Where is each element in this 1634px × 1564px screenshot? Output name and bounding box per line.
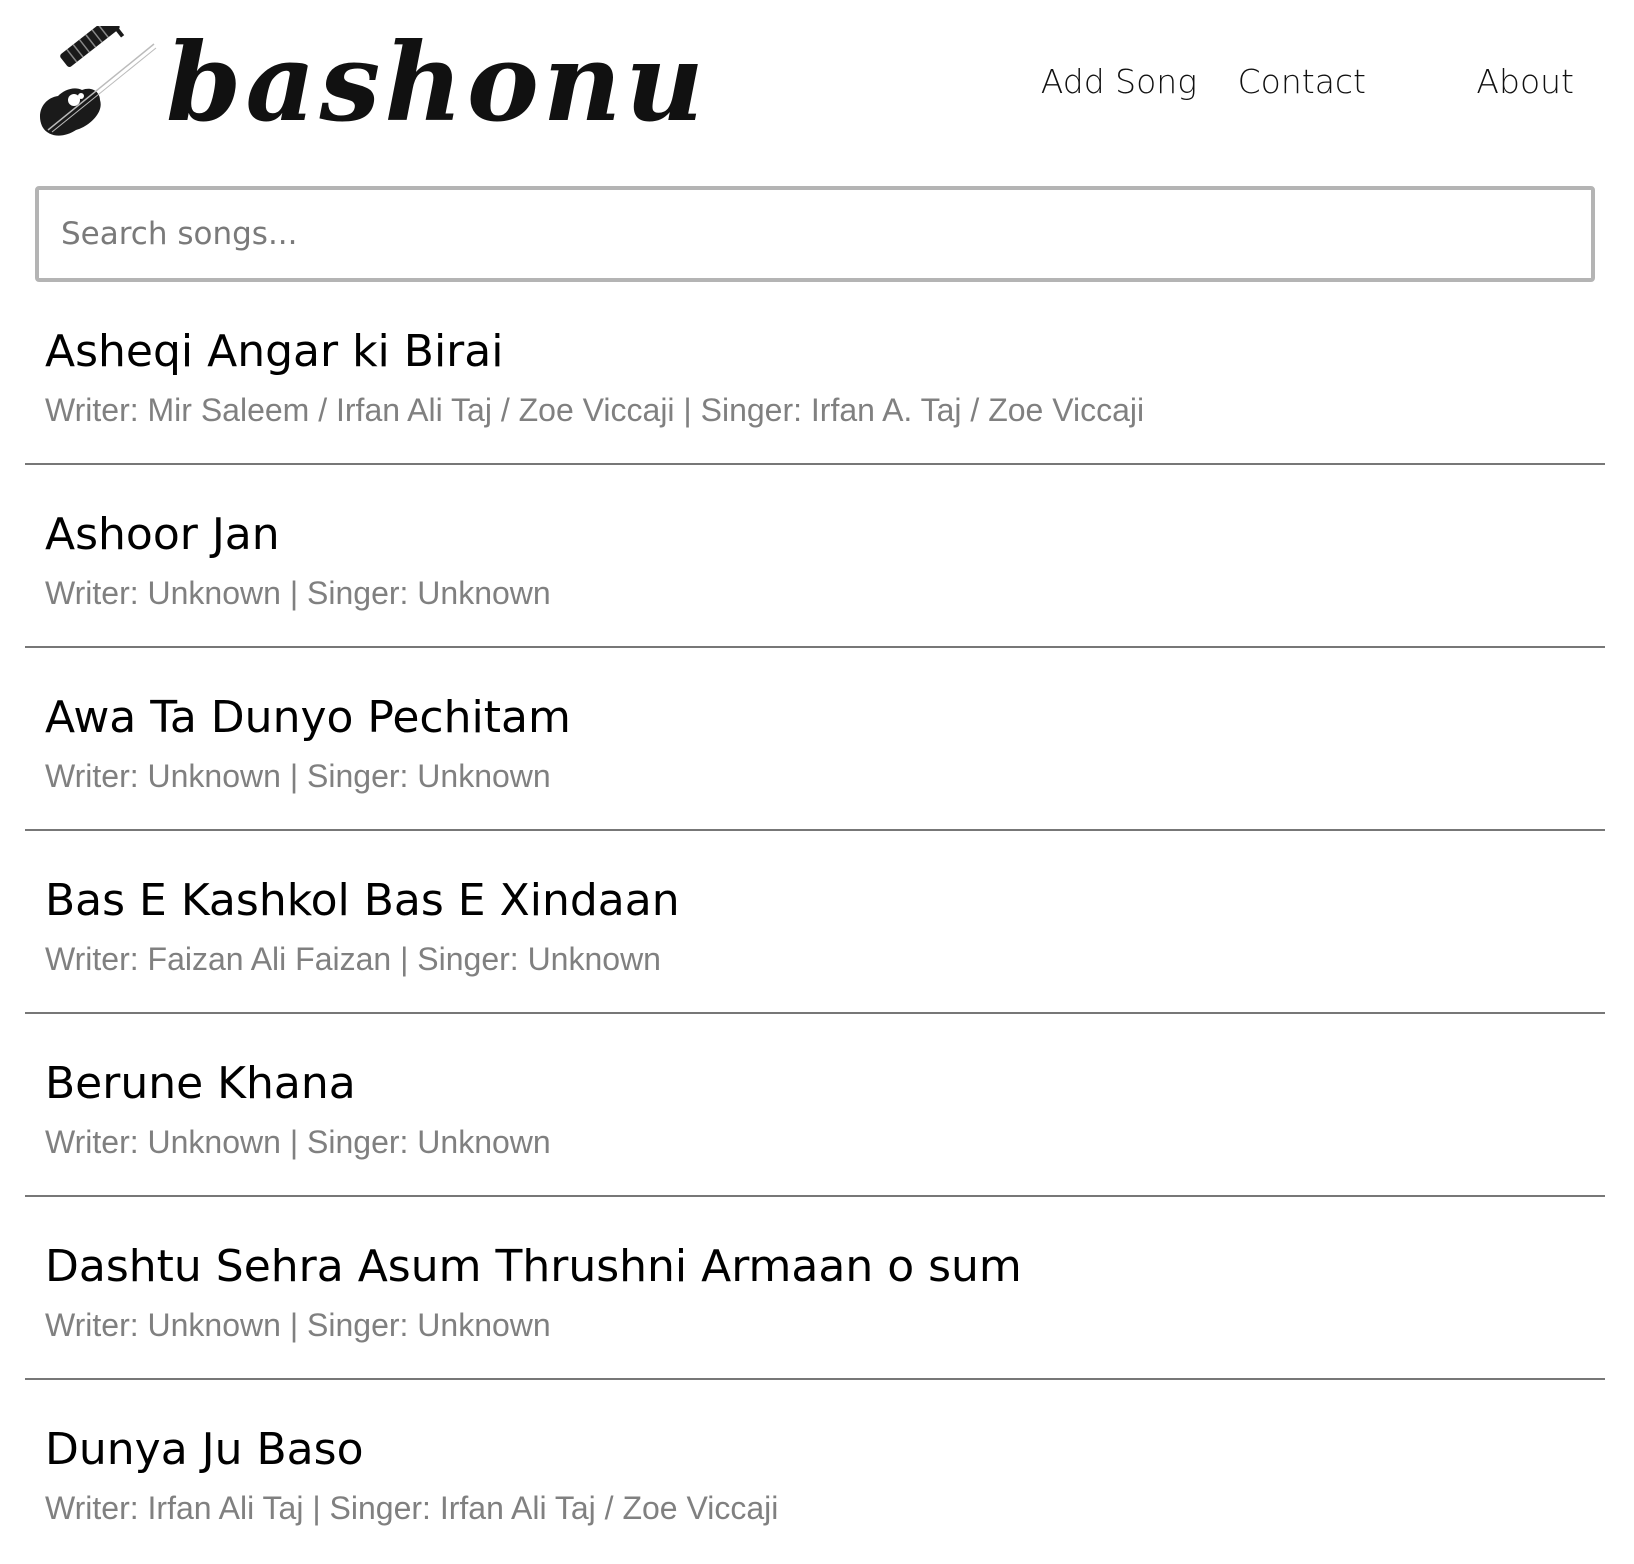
song-list-item[interactable]: Berune Khana Writer: Unknown | Singer: U… (25, 1014, 1605, 1197)
song-credits: Writer: Unknown | Singer: Unknown (45, 758, 551, 794)
song-credits: Writer: Unknown | Singer: Unknown (45, 1307, 551, 1343)
site-header: bashonu Add Song Contact About (0, 0, 1634, 180)
song-list: Asheqi Angar ki Birai Writer: Mir Saleem… (25, 282, 1605, 1563)
song-title: Ashoor Jan (45, 509, 280, 560)
song-credits: Writer: Unknown | Singer: Unknown (45, 1124, 551, 1160)
song-list-item[interactable]: Dashtu Sehra Asum Thrushni Armaan o sum … (25, 1197, 1605, 1380)
song-title: Dunya Ju Baso (45, 1424, 364, 1475)
search-input[interactable] (39, 190, 1591, 278)
logo-wordmark: bashonu (166, 20, 708, 146)
rubab-icon (39, 26, 157, 136)
song-title: Berune Khana (45, 1058, 356, 1109)
nav-contact-link[interactable]: Contact (1238, 62, 1366, 101)
song-list-item[interactable]: Bas E Kashkol Bas E Xindaan Writer: Faiz… (25, 831, 1605, 1014)
song-title: Dashtu Sehra Asum Thrushni Armaan o sum (45, 1241, 1022, 1292)
logo-link[interactable]: bashonu (34, 26, 708, 146)
nav-about-link[interactable]: About (1476, 62, 1574, 101)
song-credits: Writer: Faizan Ali Faizan | Singer: Unkn… (45, 941, 661, 977)
song-title: Awa Ta Dunyo Pechitam (45, 692, 571, 743)
song-list-item[interactable]: Awa Ta Dunyo Pechitam Writer: Unknown | … (25, 648, 1605, 831)
song-list-item[interactable]: Asheqi Angar ki Birai Writer: Mir Saleem… (25, 282, 1605, 465)
song-list-item[interactable]: Ashoor Jan Writer: Unknown | Singer: Unk… (25, 465, 1605, 648)
search-box (35, 186, 1595, 282)
song-credits: Writer: Mir Saleem / Irfan Ali Taj / Zoe… (45, 392, 1145, 428)
nav-add-song-link[interactable]: Add Song (1041, 62, 1197, 101)
song-credits: Writer: Irfan Ali Taj | Singer: Irfan Al… (45, 1490, 779, 1526)
song-list-item[interactable]: Dunya Ju Baso Writer: Irfan Ali Taj | Si… (25, 1380, 1605, 1563)
song-title: Bas E Kashkol Bas E Xindaan (45, 875, 680, 926)
song-title: Asheqi Angar ki Birai (45, 326, 504, 377)
song-credits: Writer: Unknown | Singer: Unknown (45, 575, 551, 611)
